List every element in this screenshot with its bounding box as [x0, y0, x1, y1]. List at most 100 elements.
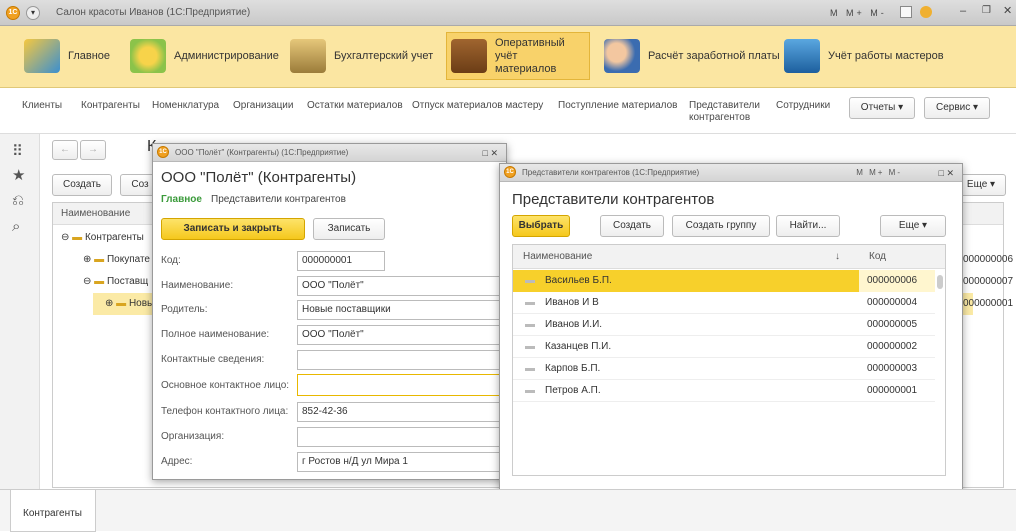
section-accounting[interactable]: Бухгалтерский учет: [290, 32, 433, 80]
column-code-header[interactable]: Код: [869, 245, 886, 269]
nav-material-balances[interactable]: Остатки материалов: [307, 100, 403, 112]
table-row[interactable]: ▬ Карпов Б.П. 000000003: [513, 358, 935, 380]
minimize-icon[interactable]: –: [960, 5, 966, 17]
item-icon: ▬: [525, 363, 535, 374]
forward-button[interactable]: →: [80, 140, 106, 160]
window-controls[interactable]: □ ✕: [483, 144, 498, 162]
contragent-window-title: ООО "Полёт" (Контрагенты) (1С:Предприяти…: [175, 148, 349, 157]
tree-label: Контрагенты: [84, 232, 144, 243]
representatives-window-title: Представители контрагентов (1С:Предприят…: [522, 168, 700, 177]
search-icon[interactable]: ⌕: [12, 218, 20, 235]
name-field[interactable]: ООО "Полёт": [297, 276, 507, 296]
section-masters[interactable]: Учёт работы мастеров: [784, 32, 944, 80]
close-icon[interactable]: ✕: [1003, 4, 1012, 17]
code-cell: 000000006: [963, 254, 1014, 265]
organization-field[interactable]: [297, 427, 507, 447]
parent-field[interactable]: Новые поставщики: [297, 300, 507, 320]
table-row[interactable]: ▬ Казанцев П.И. 000000002: [513, 336, 935, 358]
representatives-table: Наименование ↓ Код ▬ Васильев Б.П. 0000000…: [512, 244, 946, 476]
contacts-field[interactable]: [297, 350, 507, 370]
open-windows-bar: Контрагенты: [0, 489, 1016, 532]
table-row-selected[interactable]: ▬ Васильев Б.П. 000000006: [513, 270, 935, 292]
column-name-header[interactable]: Наименование: [523, 245, 592, 269]
code-field[interactable]: 000000001: [297, 251, 385, 271]
address-label: Адрес:: [161, 456, 193, 467]
create-button[interactable]: Создать: [600, 215, 664, 237]
code-cell: 000000001: [963, 298, 1014, 309]
nav-nomenclature[interactable]: Номенклатура: [152, 100, 219, 112]
nav-organizations[interactable]: Организации: [233, 100, 293, 112]
save-button[interactable]: Записать: [313, 218, 385, 240]
section-admin[interactable]: Администрирование: [130, 32, 279, 80]
menu-icon[interactable]: ▾: [26, 6, 40, 20]
tab-representatives[interactable]: Представители контрагентов: [211, 194, 346, 205]
nav-contragents[interactable]: Контрагенты: [81, 100, 140, 112]
windows-icon[interactable]: [900, 6, 912, 18]
left-panel: ⠿ ★ ⎌ ⌕: [0, 134, 40, 489]
nav-clients[interactable]: Клиенты: [22, 100, 62, 112]
select-button[interactable]: Выбрать: [512, 215, 570, 237]
nav-receipt-materials[interactable]: Поступление материалов: [558, 100, 677, 112]
tree-row[interactable]: ⊕ ▬ Покупате: [83, 249, 150, 271]
app-logo-icon: 1С: [157, 146, 169, 158]
create-button[interactable]: Создать: [52, 174, 112, 196]
back-button[interactable]: ←: [52, 140, 78, 160]
representative-code: 000000004: [867, 297, 918, 308]
reports-button[interactable]: Отчеты ▾: [849, 97, 915, 119]
representative-name: Иванов И В: [545, 297, 599, 308]
column-name-header[interactable]: Наименование: [61, 208, 130, 219]
nav-representatives[interactable]: Представители контрагентов: [689, 100, 769, 124]
ledger-icon: [290, 39, 326, 73]
full-name-field[interactable]: ООО "Полёт": [297, 325, 507, 345]
address-field[interactable]: г Ростов н/Д ул Мира 1: [297, 452, 507, 472]
table-row[interactable]: ▬ Иванов И.И. 000000005: [513, 314, 935, 336]
find-button[interactable]: Найти...: [776, 215, 840, 237]
history-icon[interactable]: ⎌: [12, 192, 24, 209]
contact-phone-field[interactable]: 852-42-36: [297, 402, 507, 422]
favorites-star-icon[interactable]: ★: [12, 166, 25, 184]
more-button[interactable]: Еще ▾: [880, 215, 946, 237]
parent-label: Родитель:: [161, 304, 208, 315]
scrollbar-thumb[interactable]: [937, 275, 943, 289]
service-button[interactable]: Сервис ▾: [924, 97, 990, 119]
more-button[interactable]: Еще ▾: [956, 174, 1006, 196]
create-group-button[interactable]: Создать группу: [672, 215, 770, 237]
code-label: Код:: [161, 255, 181, 266]
tree-label: Поставщ: [106, 276, 149, 287]
tree-row[interactable]: ⊖ ▬ Поставщ: [83, 271, 148, 293]
tab-main[interactable]: Главное: [161, 194, 202, 205]
more-label: Еще: [966, 179, 988, 190]
save-and-close-button[interactable]: Записать и закрыть: [161, 218, 305, 240]
section-operational[interactable]: Оперативный учёт материалов: [446, 32, 590, 80]
window-controls[interactable]: □ ✕: [939, 164, 954, 182]
open-window-tab-contragents[interactable]: Контрагенты: [10, 490, 96, 532]
representative-code: 000000005: [867, 319, 918, 330]
representative-code: 000000001: [867, 385, 918, 396]
nav-issue-materials[interactable]: Отпуск материалов мастеру: [412, 100, 543, 112]
apps-grid-icon[interactable]: ⠿: [12, 142, 23, 160]
representatives-window-titlebar: 1С Представители контрагентов (1С:Предпр…: [500, 164, 962, 182]
representative-code: 000000002: [867, 341, 918, 352]
nav-employees[interactable]: Сотрудники: [776, 100, 830, 112]
full-name-label: Полное наименование:: [161, 329, 270, 340]
section-payroll[interactable]: Расчёт заработной платы: [604, 32, 780, 80]
section-label: Бухгалтерский учет: [334, 49, 434, 62]
main-contact-field[interactable]: [297, 374, 507, 396]
table-row[interactable]: ▬ Иванов И В 000000004: [513, 292, 935, 314]
tree-row[interactable]: ⊖ ▬ Контрагенты: [61, 227, 144, 249]
representative-name: Иванов И.И.: [545, 319, 603, 330]
info-icon[interactable]: [920, 6, 932, 18]
maximize-icon[interactable]: ❐: [982, 5, 991, 16]
representatives-heading: Представители контрагентов: [512, 191, 715, 208]
toolbar-memory-buttons[interactable]: M M+ M-: [830, 8, 887, 18]
table-row[interactable]: ▬ Петров А.П. 000000001: [513, 380, 935, 402]
building-icon: [784, 39, 820, 73]
people-icon: [604, 39, 640, 73]
section-main[interactable]: Главное: [24, 32, 110, 80]
toolbar-memory-buttons[interactable]: M M+ M-: [856, 164, 902, 182]
section-label: Расчёт заработной платы: [648, 49, 780, 62]
tab-label: Контрагенты: [23, 508, 82, 519]
item-icon: ▬: [525, 319, 535, 330]
reports-label: Отчеты: [860, 102, 896, 113]
contragent-heading: ООО "Полёт" (Контрагенты): [161, 169, 357, 186]
